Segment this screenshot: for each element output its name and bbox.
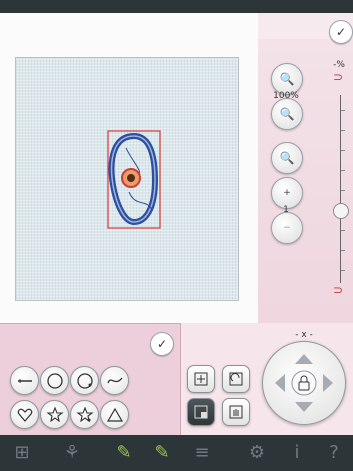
shape-oval-button[interactable] <box>70 366 99 395</box>
shape-line-button[interactable] <box>10 366 39 395</box>
zoom-slider-track[interactable] <box>340 95 341 283</box>
pan-button[interactable] <box>222 398 250 426</box>
zoom-fit-button[interactable]: 🔍 <box>271 142 303 174</box>
decrease-button[interactable]: − <box>271 212 303 244</box>
line-icon <box>17 378 32 383</box>
axis-label: - x - <box>295 330 313 340</box>
zoom-slider-handle[interactable] <box>333 203 349 219</box>
top-status-bar <box>0 0 353 13</box>
percent-label: -% <box>333 60 345 70</box>
circle-icon <box>46 372 63 389</box>
shape-star-outline-button[interactable] <box>70 400 99 429</box>
settings-icon[interactable]: ⚙ <box>245 440 269 464</box>
minus-label: − <box>283 223 291 233</box>
star-icon <box>45 406 64 422</box>
rotate-icon <box>229 372 243 386</box>
arrow-right-icon <box>323 374 333 392</box>
move-to-center-button[interactable] <box>187 365 215 393</box>
embroidery-canvas[interactable] <box>0 13 258 323</box>
magnifier-plus-icon: 🔍 <box>279 72 295 86</box>
confirm-check-button[interactable]: ✓ <box>329 20 353 44</box>
embroidery-design[interactable] <box>16 58 238 300</box>
edit-tool-icon[interactable]: ✎ <box>112 440 136 464</box>
hand-icon <box>229 405 243 419</box>
triangle-icon <box>106 407 123 422</box>
lock-button <box>291 370 317 396</box>
shape-circle-button[interactable] <box>40 366 69 395</box>
scale-icon <box>194 405 208 419</box>
arrow-down-icon <box>295 402 313 412</box>
embroidery-hoop-area[interactable] <box>15 57 239 301</box>
shape-triangle-button[interactable] <box>100 400 129 429</box>
arrow-left-icon <box>275 374 285 392</box>
plus-label: + <box>283 188 291 198</box>
shape-heart-button[interactable] <box>10 400 39 429</box>
magnifier-icon: 🔍 <box>279 151 295 165</box>
zoom-out-button[interactable]: 🔍 <box>271 98 303 130</box>
stitch-tool-icon[interactable]: ✎ <box>150 440 174 464</box>
arrow-up-icon <box>295 354 313 364</box>
menu-list-icon[interactable]: ≡ <box>190 440 214 464</box>
embroidery-icon[interactable]: ⚘ <box>60 440 84 464</box>
hoop-icon[interactable]: ⊞ <box>10 440 34 464</box>
star-outline-icon <box>75 406 94 422</box>
magnifier-minus-icon: 🔍 <box>279 107 295 121</box>
scale-button[interactable] <box>187 398 215 426</box>
shape-star-button[interactable] <box>40 400 69 429</box>
info-icon[interactable]: i <box>285 440 309 464</box>
wave-icon <box>106 377 123 383</box>
shapes-confirm-button[interactable]: ✓ <box>150 332 174 356</box>
oval-icon <box>76 372 93 389</box>
help-icon[interactable]: ? <box>322 440 346 464</box>
shape-wave-button[interactable] <box>100 366 129 395</box>
rotate-button[interactable] <box>222 365 250 393</box>
heart-icon <box>17 408 32 422</box>
position-wheel[interactable] <box>262 341 346 425</box>
move-center-icon <box>194 372 208 386</box>
magnet-icon: ⊃ <box>332 70 344 84</box>
magnet-icon-bottom: ⊃ <box>332 283 344 297</box>
